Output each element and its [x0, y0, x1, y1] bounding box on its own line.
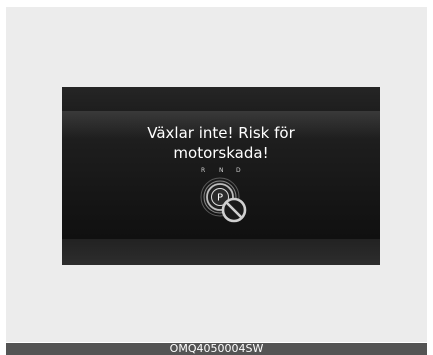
gear-selector-graphic: P — [200, 177, 247, 223]
gear-label-n: N — [219, 167, 224, 174]
footer-code-bar: OMQ4050004SW — [6, 343, 427, 355]
warning-message-line-1: Växlar inte! Risk för — [147, 124, 295, 142]
display-bottom-band — [62, 239, 380, 265]
warning-message-line-2: motorskada! — [173, 144, 269, 162]
current-gear-label: P — [217, 193, 223, 204]
display-top-band — [62, 87, 380, 111]
gear-label-d: D — [236, 167, 241, 174]
image-code-label: OMQ4050004SW — [169, 342, 264, 355]
warning-message: Växlar inte! Risk för motorskada! — [62, 123, 380, 163]
gear-selector-icon: P — [190, 175, 256, 231]
display-message-panel: Växlar inte! Risk för motorskada! R N D … — [62, 111, 380, 239]
prohibited-icon — [221, 197, 247, 223]
cluster-display: Växlar inte! Risk för motorskada! R N D … — [62, 87, 380, 265]
gear-label-r: R — [201, 167, 206, 174]
